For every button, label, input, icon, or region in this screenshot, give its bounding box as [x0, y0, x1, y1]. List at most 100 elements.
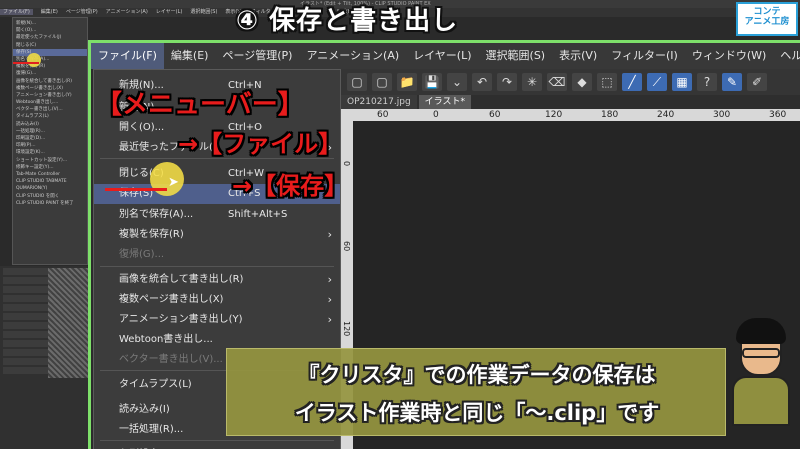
caption-line-1: 『クリスタ』での作業データの保存は	[298, 363, 656, 387]
bg-menubar-item: ファイル(F)	[0, 9, 33, 15]
title-banner: ④ 保存と書き出し	[236, 0, 458, 36]
ruler-v-tick: 120	[342, 321, 351, 337]
annotation-menubar: 【メニューバー】	[96, 90, 304, 120]
file-menu-item-label: 読み込み(I)	[119, 404, 170, 415]
menubar-item[interactable]: 編集(E)	[164, 43, 216, 69]
menubar-item[interactable]: レイヤー(L)	[406, 43, 478, 69]
bg-brush-preview	[48, 268, 88, 378]
bg-menu-item: タイムラプス(L)	[16, 114, 49, 120]
menubar-item[interactable]: 表示(V)	[552, 43, 604, 69]
ruler-h-tick: 240	[657, 110, 675, 120]
menubar-item[interactable]: ヘルプ(H)	[773, 43, 800, 69]
bg-menu-item: 新規(N)...	[16, 21, 37, 26]
file-menu-item[interactable]: 印刷設定(D)...	[94, 445, 340, 449]
file-menu-item[interactable]: 画像を統合して書き出し(R) ›	[94, 270, 340, 290]
logo-line-2: アニメ工房	[744, 17, 790, 27]
snap-grid-icon[interactable]: ▦	[672, 73, 692, 91]
command-bar: ▢ ▢ 📁 💾 ⌄ ↶ ↷ ✳ ⌫ ◆ ⬚ ╱ ⟋ ▦? ✎ ✐	[341, 69, 800, 95]
loading-icon[interactable]: ✳	[522, 73, 542, 91]
menubar-item[interactable]: 選択範囲(S)	[479, 43, 553, 69]
bg-menu-item: ショートカット設定(Y)...	[16, 157, 68, 163]
bg-menu-item: 読み込み(I)	[16, 121, 39, 127]
dropdown-icon[interactable]: ⌄	[447, 73, 467, 91]
snap-ruler-icon[interactable]: ╱	[622, 73, 642, 91]
bg-menu-item: CLIP STUDIO TABMATE	[16, 179, 67, 185]
bg-menubar-item: レイヤー(L)	[155, 9, 183, 15]
tab-illust[interactable]: イラスト*	[418, 95, 471, 109]
channel-logo: コンテ アニメ工房	[736, 2, 798, 36]
avatar-hair	[736, 318, 786, 344]
bg-cursor-highlight	[27, 53, 41, 67]
menu-separator	[100, 440, 334, 441]
undo-icon[interactable]: ↶	[472, 73, 492, 91]
submenu-arrow-icon: ›	[327, 293, 332, 306]
file-menu-item[interactable]: 復帰(G)...	[94, 245, 340, 265]
file-menu-item-label: 復帰(G)...	[119, 249, 165, 260]
ruler-h-tick: 60	[377, 110, 389, 120]
pen-icon[interactable]: ✎	[722, 73, 742, 91]
horizontal-ruler: 12060060120180240300360420480540600	[341, 109, 800, 121]
pen-outline-icon[interactable]: ✐	[747, 73, 767, 91]
ruler-h-tick: 300	[713, 110, 731, 120]
banner-title: ④ 保存と書き出し	[236, 5, 459, 36]
file-menu-item-label: タイムラプス(L)	[119, 379, 192, 390]
bg-menu-item: 開く(O)...	[16, 28, 37, 34]
file-menu-item-label: アニメーション書き出し(Y)	[119, 314, 243, 325]
bg-menu-item: アニメーション書き出し(Y)	[16, 92, 72, 98]
fill-icon[interactable]: ◆	[572, 73, 592, 91]
file-menu-item-label: ベクター書き出し(V)...	[119, 354, 223, 365]
open-folder-icon[interactable]: 📁	[397, 73, 417, 91]
clear-icon[interactable]: ⌫	[547, 73, 567, 91]
menubar: ファイル(F) 編集(E) ページ管理(P) アニメーション(A) レイヤー(L) 選択範…	[91, 43, 800, 69]
avatar-body	[732, 376, 790, 426]
menubar-item[interactable]: ページ管理(P)	[215, 43, 299, 69]
file-menu-item-label: 別名で保存(A)...	[119, 209, 194, 220]
redo-icon[interactable]: ↷	[497, 73, 517, 91]
submenu-arrow-icon: ›	[327, 228, 332, 241]
help-icon[interactable]: ?	[697, 73, 717, 91]
bg-menu-item: QUMARION(Y)	[16, 186, 48, 192]
file-menu-item-label: 複製を保存(R)	[119, 229, 184, 240]
bg-menu-item: 画像を統合して書き出し(R)	[16, 78, 73, 84]
caption-line-2: イラスト作業時と同じ「～.clip」です	[294, 401, 660, 425]
file-menu-item[interactable]: 複数ページ書き出し(X) ›	[94, 290, 340, 310]
transform-icon[interactable]: ⬚	[597, 73, 617, 91]
bg-menu-item: 復帰(G)...	[16, 71, 37, 77]
mouse-cursor-icon: ➤	[168, 175, 179, 190]
file-menu-item[interactable]: 別名で保存(A)... Shift+Alt+S	[94, 205, 340, 225]
presenter-avatar	[728, 318, 794, 428]
bg-menu-item: Webtoon書き出し...	[16, 100, 59, 106]
bg-menubar-item: 選択範囲(S)	[190, 9, 218, 15]
logo-line-1: コンテ	[753, 7, 781, 17]
ruler-h-tick: 0	[433, 110, 439, 120]
bg-menu-item: Tab-Mate Controller	[16, 171, 60, 177]
menubar-item[interactable]: フィルター(I)	[604, 43, 685, 69]
save-icon[interactable]: 💾	[422, 73, 442, 91]
ruler-h-tick: 180	[601, 110, 619, 120]
new-document-icon[interactable]: ▢	[372, 73, 392, 91]
menubar-item[interactable]: ウィンドウ(W)	[685, 43, 773, 69]
bg-menubar-item: ページ管理(P)	[65, 9, 98, 15]
menubar-item[interactable]: ファイル(F)	[91, 43, 164, 69]
bg-menu-item: 最近使ったファイル(J)	[16, 35, 62, 41]
ruler-h-tick: 60	[489, 110, 501, 120]
new-file-icon[interactable]: ▢	[347, 73, 367, 91]
submenu-arrow-icon: ›	[327, 313, 332, 326]
ruler-v-tick: 60	[342, 241, 351, 252]
bg-menu-item: ベクター書き出し(V)...	[16, 107, 63, 113]
file-menu-item-label: 一括処理(R)...	[119, 424, 184, 435]
file-menu-item[interactable]: Webtoon書き出し...	[94, 330, 340, 350]
file-menu-shortcut: Shift+Alt+S	[228, 209, 288, 220]
tab-op210217[interactable]: OP210217.jpg	[341, 95, 417, 109]
annotation-save: →【保存】	[232, 172, 349, 200]
menubar-item[interactable]: アニメーション(A)	[299, 43, 406, 69]
ruler-h-tick: 360	[769, 110, 787, 120]
file-menu-item[interactable]: アニメーション書き出し(Y) ›	[94, 310, 340, 330]
bg-menu-item: 印刷設定(D)...	[16, 136, 46, 141]
save-red-underline	[105, 188, 167, 191]
bg-red-underline	[13, 62, 39, 64]
bg-menu-item: 複数ページ書き出し(X)	[16, 85, 64, 91]
canvas-tabs: OP210217.jpg イラスト*	[341, 95, 800, 109]
snap-special-icon[interactable]: ⟋	[647, 73, 667, 91]
file-menu-item[interactable]: 複製を保存(R) ›	[94, 225, 340, 245]
